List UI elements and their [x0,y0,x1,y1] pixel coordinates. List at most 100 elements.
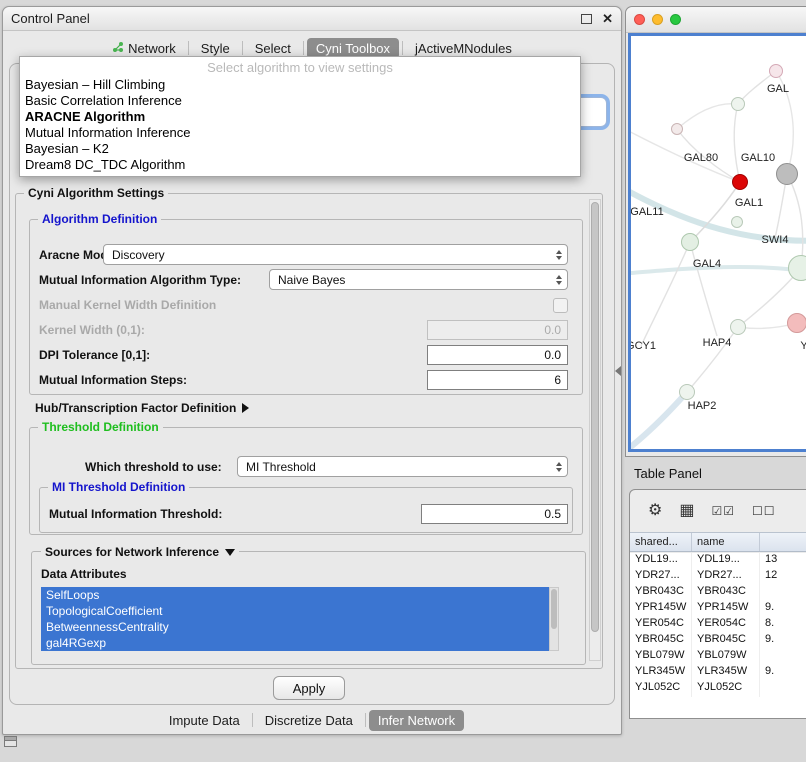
table-row[interactable]: YBR043CYBR043C [630,585,806,601]
table-cell: YLR345W [630,665,692,681]
tab-label: Cyni Toolbox [316,41,390,56]
attribute-item-selfloops[interactable]: SelfLoops [41,587,549,603]
table-row[interactable]: YBL079WYBL079W [630,649,806,665]
network-node[interactable] [731,97,745,111]
sources-toggle[interactable]: Sources for Network Inference [41,545,239,559]
network-canvas-frame: GALGAL80GAL10GAL11GAL1SWI4GAL4GCY1HAP4YH… [628,33,806,452]
table-cell: YJL052C [692,681,760,697]
stepper-arrows-icon [550,245,567,264]
popup-item-bayesian-hill-climbing[interactable]: Bayesian – Hill Climbing [20,77,580,93]
network-node-label: GAL80 [684,152,718,164]
column-header-shared[interactable]: shared... [630,533,692,551]
which-threshold-select[interactable]: MI Threshold [237,456,568,477]
network-view-window: GALGAL80GAL10GAL11GAL1SWI4GAL4GCY1HAP4YH… [625,6,806,457]
close-traffic-light[interactable] [634,14,645,25]
panel-splitter-arrow[interactable] [615,366,621,376]
network-canvas[interactable]: GALGAL80GAL10GAL11GAL1SWI4GAL4GCY1HAP4YH… [631,36,806,449]
table-row[interactable]: YLR345WYLR345W9. [630,665,806,681]
table-cell: YJL052C [630,681,692,697]
mi-steps-field[interactable]: 6 [427,370,568,390]
select-all-checkboxes-icon[interactable]: ☑☑ [711,505,735,517]
table-panel-window: ⚙ ▦ ☑☑ ☐☐ shared...name YDL19...YDL19...… [629,489,806,719]
zoom-traffic-light[interactable] [670,14,681,25]
popup-item-dream8-dc-tdc-algorithm[interactable]: Dream8 DC_TDC Algorithm [20,157,580,173]
apply-button[interactable]: Apply [273,676,345,700]
column-header-name[interactable]: name [692,533,760,551]
table-row[interactable]: YJL052CYJL052C [630,681,806,697]
settings-scrollbar-thumb[interactable] [591,202,599,632]
dock-panel-icon[interactable] [4,736,17,747]
popup-item-aracne-algorithm[interactable]: ARACNE Algorithm [20,109,580,125]
table-row[interactable]: YER054CYER054C8. [630,617,806,633]
table-cell: YLR345W [692,665,760,681]
attribute-item-betweennesscentrality[interactable]: BetweennessCentrality [41,619,549,635]
gear-icon[interactable]: ⚙ [648,503,662,519]
hub-section-toggle[interactable]: Hub/Transcription Factor Definition [35,401,249,415]
popup-item-mutual-information-inference[interactable]: Mutual Information Inference [20,125,580,141]
table-row[interactable]: YDR27...YDR27...12 [630,569,806,585]
close-icon[interactable]: ✕ [602,12,613,25]
tab-separator [365,713,366,727]
network-node[interactable] [671,123,683,135]
tab-impute-data[interactable]: Impute Data [160,710,249,731]
network-node-label: GAL11 [631,206,664,218]
network-node-label: SWI4 [762,234,789,246]
network-node[interactable] [776,163,798,185]
table-cell: 9. [760,633,806,649]
network-node-label: GAL10 [741,152,775,164]
network-node[interactable] [681,233,699,251]
network-node-label: Y [800,340,806,352]
network-node[interactable] [769,64,783,78]
tab-infer-network[interactable]: Infer Network [369,710,464,731]
minimize-traffic-light[interactable] [652,14,663,25]
network-node-label: GAL4 [693,258,721,270]
tab-separator [252,713,253,727]
manual-kernel-label: Manual Kernel Width Definition [39,298,216,312]
popup-item-bayesian-k2[interactable]: Bayesian – K2 [20,141,580,157]
kernel-width-field: 0.0 [427,320,568,340]
table-row[interactable]: YDL19...YDL19...13 [630,553,806,569]
mi-type-select[interactable]: Naive Bayes [269,269,568,290]
settings-scrollbar[interactable] [589,199,601,661]
network-node[interactable] [787,313,806,333]
popup-item-basic-correlation-inference[interactable]: Basic Correlation Inference [20,93,580,109]
attributes-scrollbar-thumb[interactable] [551,589,557,629]
settings-group-title: Cyni Algorithm Settings [24,186,168,200]
table-cell: YER054C [630,617,692,633]
table-cell: YBR045C [630,633,692,649]
mi-threshold-field[interactable]: 0.5 [421,504,568,524]
aracne-mode-select[interactable]: Discovery [103,244,568,265]
data-attributes-label: Data Attributes [41,567,127,581]
network-node[interactable] [730,319,746,335]
table-row[interactable]: YBR045CYBR045C9. [630,633,806,649]
tab-label: Impute Data [169,713,240,728]
attributes-scrollbar[interactable] [549,587,559,651]
desktop: { "control": { "title": "Control Panel",… [0,0,806,762]
aracne-mode-value: Discovery [112,248,165,262]
network-window-titlebar [626,7,806,33]
network-node[interactable] [732,174,748,190]
network-node[interactable] [731,216,743,228]
algorithm-dropdown-popup: Select algorithm to view settings Bayesi… [19,56,581,177]
table-cell [760,585,806,601]
float-window-button[interactable] [581,14,592,24]
table-cell: YBL079W [630,649,692,665]
dpi-tolerance-label: DPI Tolerance [0,1]: [39,348,150,362]
table-cell: 9. [760,601,806,617]
tab-discretize-data[interactable]: Discretize Data [256,710,362,731]
columns-icon[interactable]: ▦ [679,503,694,519]
table-cell: YBR043C [692,585,760,601]
table-row[interactable]: YPR145WYPR145W9. [630,601,806,617]
dpi-tolerance-field[interactable]: 0.0 [427,345,568,365]
table-cell: 9. [760,665,806,681]
table-cell: YDL19... [630,553,692,569]
column-header-col2[interactable] [760,533,806,551]
attribute-item-topologicalcoefficient[interactable]: TopologicalCoefficient [41,603,549,619]
attribute-item-gal4rgexp[interactable]: gal4RGexp [41,635,549,651]
network-node[interactable] [679,384,695,400]
tab-separator [303,41,304,55]
tab-separator [242,41,243,55]
deselect-all-checkboxes-icon[interactable]: ☐☐ [752,505,776,517]
mi-type-value: Naive Bayes [278,273,345,287]
network-icon [112,41,124,56]
